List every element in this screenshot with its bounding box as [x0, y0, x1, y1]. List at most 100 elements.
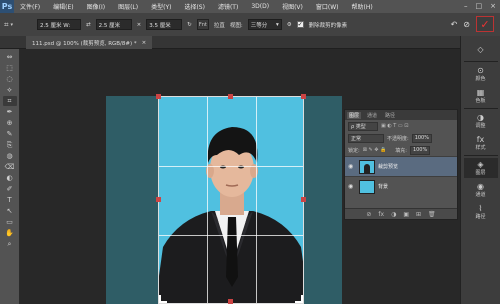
settings-gear-icon[interactable]: ⚙	[287, 22, 292, 28]
close-tab-icon[interactable]: ×	[142, 40, 147, 46]
link-layers-icon[interactable]: ⊘	[366, 211, 371, 218]
visibility-eye-icon[interactable]: ◉	[348, 183, 356, 190]
lasso-tool-icon[interactable]: ◌	[3, 74, 17, 84]
swap-icon[interactable]: ⇄	[86, 22, 91, 28]
menu-help[interactable]: 帮助(H)	[352, 2, 373, 11]
crop-handle-top-right[interactable]	[301, 94, 306, 99]
separator-icon: ×	[136, 21, 142, 28]
path-select-tool-icon[interactable]: ↖	[3, 206, 17, 216]
adjustment-layer-icon[interactable]: ◑	[391, 211, 396, 218]
commit-crop-button[interactable]: ✓	[476, 16, 494, 32]
crop-handle-mid-right[interactable]	[301, 197, 306, 202]
healing-tool-icon[interactable]: ⊕	[3, 118, 17, 128]
type-tool-icon[interactable]: T	[3, 195, 17, 205]
cancel-crop-icon[interactable]: ⊘	[463, 20, 470, 29]
layer-background[interactable]: ◉ 背景	[345, 176, 457, 196]
document-tab[interactable]: 111.psd @ 100% (裁剪预览, RGB/8#) * ×	[26, 36, 153, 49]
channels-icon: ◉	[477, 182, 484, 191]
layer-crop-preview[interactable]: ◉ 裁剪预览	[345, 156, 457, 176]
menu-filter[interactable]: 滤镜(T)	[218, 2, 238, 11]
blend-row: 正常 不透明度: 100%	[345, 132, 457, 144]
tab-paths[interactable]: 路径	[383, 112, 397, 119]
window-controls: – □ ×	[464, 2, 496, 10]
dock-adjustments-button[interactable]: ◑ 调整	[464, 111, 498, 131]
tab-layers[interactable]: 图层	[347, 111, 362, 119]
menu-window[interactable]: 窗口(W)	[316, 2, 339, 11]
menu-type[interactable]: 类型(Y)	[151, 2, 171, 11]
shape-tool-icon[interactable]: ▭	[3, 217, 17, 227]
straighten-label[interactable]: 拉直	[214, 21, 225, 29]
quick-select-tool-icon[interactable]: ⟡	[3, 85, 17, 95]
history-brush-tool-icon[interactable]: ◍	[3, 151, 17, 161]
tab-channels[interactable]: 通道	[365, 112, 379, 119]
crop-handle-top-left[interactable]	[156, 94, 161, 99]
move-tool-icon[interactable]: ⇔	[3, 52, 17, 62]
menu-edit[interactable]: 编辑(E)	[53, 2, 73, 11]
close-icon[interactable]: ×	[490, 2, 496, 10]
opacity-field[interactable]: 100%	[411, 133, 432, 143]
options-bar: ⌗ ▾ 2.5 厘米 W: ⇄ 2.5 厘米 × 3.5 厘米 ↻ Fnt 拉直…	[0, 13, 500, 36]
menu-view[interactable]: 视图(V)	[282, 2, 303, 11]
hand-tool-icon[interactable]: ✋	[3, 228, 17, 238]
new-layer-icon[interactable]: ⊞	[416, 211, 421, 218]
menu-file[interactable]: 文件(F)	[20, 2, 40, 11]
adjustments-icon: ◑	[477, 113, 484, 122]
trash-icon[interactable]: 🗑	[428, 211, 436, 218]
maximize-icon[interactable]: □	[476, 2, 483, 10]
undo-icon[interactable]: ↶	[451, 20, 458, 29]
grid-line-v2	[256, 97, 257, 303]
layer-mask-icon[interactable]: ▣	[403, 211, 409, 218]
eyedropper-tool-icon[interactable]: ✒	[3, 107, 17, 117]
layer-kind-filter[interactable]: ρ 类型	[348, 121, 378, 131]
pen-tool-icon[interactable]: ✐	[3, 184, 17, 194]
dock-styles-button[interactable]: fx 样式	[464, 133, 498, 153]
ratio-width-field[interactable]: 2.5 厘米 W:	[37, 19, 81, 30]
fill-field[interactable]: 100%	[409, 145, 430, 155]
eraser-tool-icon[interactable]: ⌫	[3, 162, 17, 172]
gradient-tool-icon[interactable]: ◐	[3, 173, 17, 183]
rotate-icon[interactable]: ↻	[187, 22, 192, 28]
fill-label: 填充:	[395, 147, 407, 154]
marquee-tool-icon[interactable]: ⬚	[3, 63, 17, 73]
crop-handle-mid-left[interactable]	[156, 197, 161, 202]
crop-corner-br[interactable]	[295, 295, 303, 303]
brush-tool-icon[interactable]: ✎	[3, 129, 17, 139]
crop-handle-bottom-mid[interactable]	[228, 299, 233, 304]
paths-icon: ⌇	[478, 204, 483, 213]
dock-swatches-button[interactable]: ▦ 色板	[464, 86, 498, 106]
resolution-field[interactable]: 3.5 厘米	[146, 19, 183, 30]
crop-tool-icon[interactable]: ⌗	[2, 96, 17, 106]
dock-layers-button[interactable]: ◈ 图层	[463, 158, 498, 178]
menu-layer[interactable]: 图层(L)	[118, 2, 138, 11]
dock-paths-button[interactable]: ⌇ 路径	[464, 202, 498, 222]
visibility-eye-icon[interactable]: ◉	[348, 163, 356, 170]
dock-collapse-button[interactable]: ◇	[464, 39, 498, 59]
crop-handle-top-mid[interactable]	[228, 94, 233, 99]
document-canvas[interactable]	[106, 94, 342, 304]
delete-cropped-checkbox[interactable]: ✓	[296, 21, 304, 28]
dock-color-button[interactable]: ⊙ 颜色	[464, 64, 498, 84]
dock-channels-label: 通道	[475, 192, 486, 198]
tool-preset-picker[interactable]: ⌗ ▾	[4, 18, 32, 32]
blend-mode-select[interactable]: 正常	[348, 133, 384, 143]
dock-channels-button[interactable]: ◉ 通道	[464, 180, 498, 200]
dock-divider	[463, 61, 498, 62]
grid-line-v1	[207, 97, 208, 303]
ratio-height-field[interactable]: 2.5 厘米	[95, 19, 132, 30]
menu-select[interactable]: 选择(S)	[184, 2, 205, 11]
crop-area[interactable]	[158, 96, 304, 304]
crop-corner-bl[interactable]	[159, 295, 167, 303]
layer-name[interactable]: 背景	[378, 183, 388, 190]
minimize-icon[interactable]: –	[464, 2, 468, 10]
view-select[interactable]: 三等分 ▾	[247, 19, 282, 30]
layer-style-icon[interactable]: fx	[378, 211, 384, 218]
front-image-button[interactable]: Fnt	[196, 19, 209, 30]
filter-icons[interactable]: ▣ ◐ T ▭ ⊡	[381, 123, 408, 129]
opacity-label: 不透明度:	[387, 135, 409, 142]
zoom-tool-icon[interactable]: ⌕	[3, 239, 17, 249]
layer-name[interactable]: 裁剪预览	[378, 163, 398, 170]
menu-image[interactable]: 图像(I)	[87, 2, 105, 11]
clone-stamp-tool-icon[interactable]: ⎘	[3, 140, 17, 150]
menu-3d[interactable]: 3D(D)	[251, 3, 269, 10]
lock-icons[interactable]: ⊠ ✎ ✥ 🔒	[363, 147, 387, 153]
